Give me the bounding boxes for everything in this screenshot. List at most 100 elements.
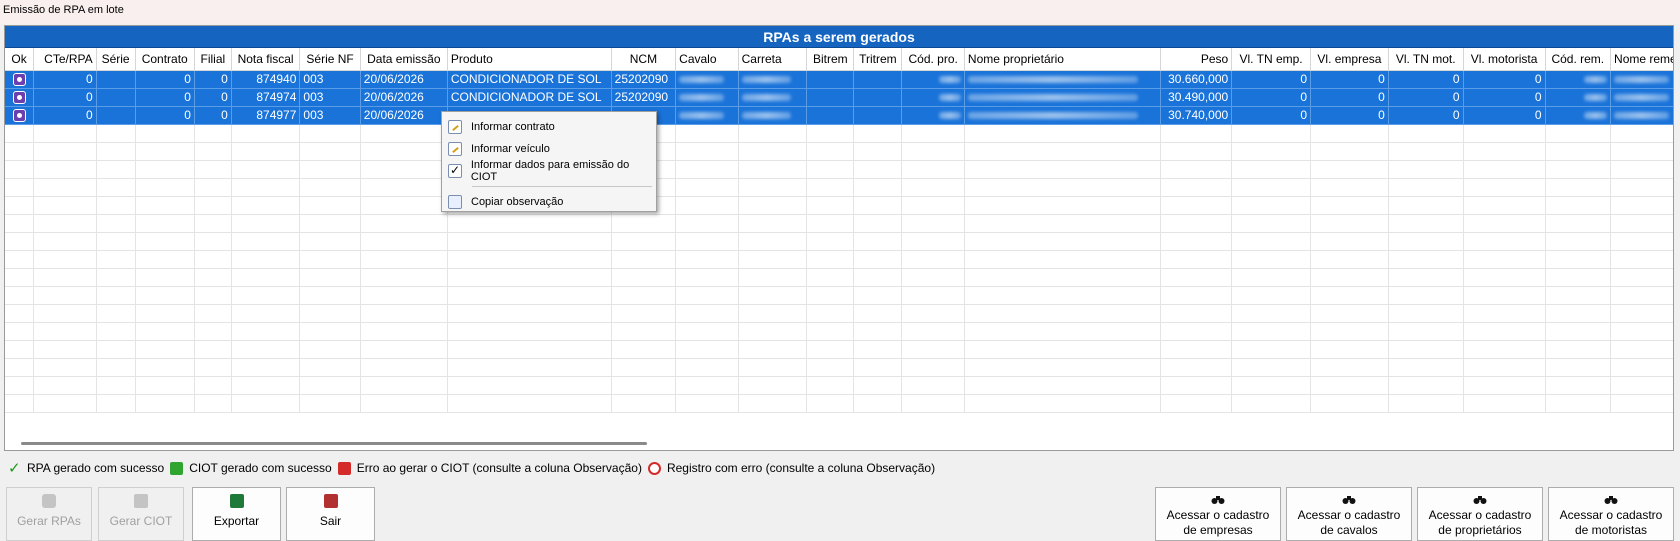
empty-cell <box>96 232 136 251</box>
empty-cell <box>231 232 301 251</box>
empty-cell <box>33 268 97 287</box>
exportar-button[interactable]: Exportar <box>192 487 281 541</box>
cadastro-proprietarios-button[interactable]: Acessar o cadastro de proprietários <box>1417 487 1543 541</box>
col-nome-remetente[interactable]: Nome remetente <box>1610 48 1673 71</box>
empty-cell <box>1388 160 1464 179</box>
col-ok[interactable]: Ok <box>5 48 35 71</box>
empty-cell <box>675 178 739 197</box>
button-label-line1: Acessar o cadastro <box>1297 508 1401 522</box>
empty-cell <box>299 160 361 179</box>
green-check-icon: ✓ <box>8 459 21 477</box>
col-cod-rem[interactable]: Cód. rem. <box>1545 48 1612 71</box>
menu-item-copiar-observacao[interactable]: Copiar observação <box>442 191 656 213</box>
col-nota-fiscal[interactable]: Nota fiscal <box>231 48 301 71</box>
button-label-line1: Acessar o cadastro <box>1166 508 1270 522</box>
empty-cell <box>1463 196 1546 215</box>
empty-row <box>5 214 1673 233</box>
empty-cell <box>901 214 965 233</box>
gerar-ciot-button[interactable]: Gerar CIOT <box>98 487 184 541</box>
produto-cell: CONDICIONADOR DE SOL <box>447 70 612 89</box>
empty-cell <box>901 232 965 251</box>
cod-rem-cell <box>1545 70 1612 89</box>
empty-cell <box>231 376 301 395</box>
empty-cell <box>5 178 35 197</box>
empty-cell <box>1545 268 1612 287</box>
empty-cell <box>901 124 965 143</box>
col-produto[interactable]: Produto <box>447 48 612 71</box>
empty-cell <box>611 376 677 395</box>
col-filial[interactable]: Filial <box>194 48 232 71</box>
empty-cell <box>853 394 903 413</box>
checkbox-icon <box>448 163 462 178</box>
empty-cell <box>853 358 903 377</box>
empty-cell <box>96 268 136 287</box>
sair-button[interactable]: Sair <box>286 487 375 541</box>
col-nome-proprietario[interactable]: Nome proprietário <box>964 48 1161 71</box>
col-peso[interactable]: Peso <box>1160 48 1233 71</box>
empty-cell <box>1463 394 1546 413</box>
ok-cell[interactable] <box>5 106 35 125</box>
empty-cell <box>447 268 612 287</box>
empty-cell <box>360 232 448 251</box>
empty-cell <box>1160 286 1233 305</box>
empty-cell <box>675 340 739 359</box>
rpa-table[interactable]: Ok CTe/RPA Série Contrato Filial Nota fi… <box>5 48 1673 413</box>
col-bitrem[interactable]: Bitrem <box>806 48 855 71</box>
col-serie[interactable]: Série <box>96 48 136 71</box>
gerar-rpas-button[interactable]: Gerar RPAs <box>6 487 92 541</box>
empty-cell <box>675 358 739 377</box>
empty-cell <box>738 232 808 251</box>
menu-item-informar-veiculo[interactable]: Informar veículo <box>442 138 656 160</box>
menu-item-informar-contrato[interactable]: Informar contrato <box>442 116 656 138</box>
empty-cell <box>901 340 965 359</box>
table-row[interactable]: 0 0 0 874940 003 20/06/2026 CONDICIONADO… <box>5 70 1673 89</box>
empty-cell <box>5 160 35 179</box>
rpa-grid[interactable]: RPAs a serem gerados Ok CTe/RPA Série Co… <box>4 25 1674 451</box>
col-cod-pro[interactable]: Cód. pro. <box>901 48 965 71</box>
empty-row <box>5 250 1673 269</box>
empty-cell <box>135 322 195 341</box>
cadastro-cavalos-button[interactable]: Acessar o cadastro de cavalos <box>1286 487 1412 541</box>
edit-icon <box>448 120 462 134</box>
col-serie-nf[interactable]: Série NF <box>299 48 361 71</box>
col-cte-rpa[interactable]: CTe/RPA <box>33 48 97 71</box>
col-contrato[interactable]: Contrato <box>135 48 195 71</box>
cadastro-empresas-button[interactable]: Acessar o cadastro de empresas <box>1155 487 1281 541</box>
empty-cell <box>360 376 448 395</box>
horizontal-scrollbar[interactable] <box>21 442 647 445</box>
ok-cell[interactable] <box>5 88 35 107</box>
col-vl-motorista[interactable]: Vl. motorista <box>1463 48 1546 71</box>
empty-cell <box>964 232 1161 251</box>
table-row[interactable]: 0 0 0 874977 003 20/06/2026 30.740,000 0… <box>5 106 1673 125</box>
empty-cell <box>194 160 232 179</box>
empty-cell <box>299 232 361 251</box>
data-cell: 20/06/2026 <box>360 88 448 107</box>
col-vl-tn-emp[interactable]: Vl. TN emp. <box>1231 48 1312 71</box>
empty-cell <box>853 376 903 395</box>
empty-cell <box>901 250 965 269</box>
table-row[interactable]: 0 0 0 874974 003 20/06/2026 CONDICIONADO… <box>5 88 1673 107</box>
col-carreta[interactable]: Carreta <box>738 48 808 71</box>
empty-row <box>5 304 1673 323</box>
empty-cell <box>1160 160 1233 179</box>
empty-cell <box>194 286 232 305</box>
col-vl-empresa[interactable]: Vl. empresa <box>1310 48 1389 71</box>
col-data-emissao[interactable]: Data emissão <box>360 48 448 71</box>
empty-cell <box>135 178 195 197</box>
col-vl-tn-mot[interactable]: Vl. TN mot. <box>1388 48 1464 71</box>
empty-cell <box>5 304 35 323</box>
empty-cell <box>1545 160 1612 179</box>
empty-cell <box>33 196 97 215</box>
vl-tn-emp-cell: 0 <box>1231 88 1312 107</box>
empty-cell <box>96 214 136 233</box>
menu-item-informar-ciot[interactable]: Informar dados para emissão do CIOT <box>442 159 656 183</box>
ok-cell[interactable] <box>5 70 35 89</box>
col-cavalo[interactable]: Cavalo <box>675 48 739 71</box>
empty-cell <box>231 304 301 323</box>
peso-cell: 30.490,000 <box>1160 88 1233 107</box>
empty-cell <box>1160 394 1233 413</box>
cadastro-motoristas-button[interactable]: Acessar o cadastro de motoristas <box>1548 487 1674 541</box>
col-tritrem[interactable]: Tritrem <box>853 48 903 71</box>
empty-cell <box>1610 340 1673 359</box>
col-ncm[interactable]: NCM <box>611 48 677 71</box>
